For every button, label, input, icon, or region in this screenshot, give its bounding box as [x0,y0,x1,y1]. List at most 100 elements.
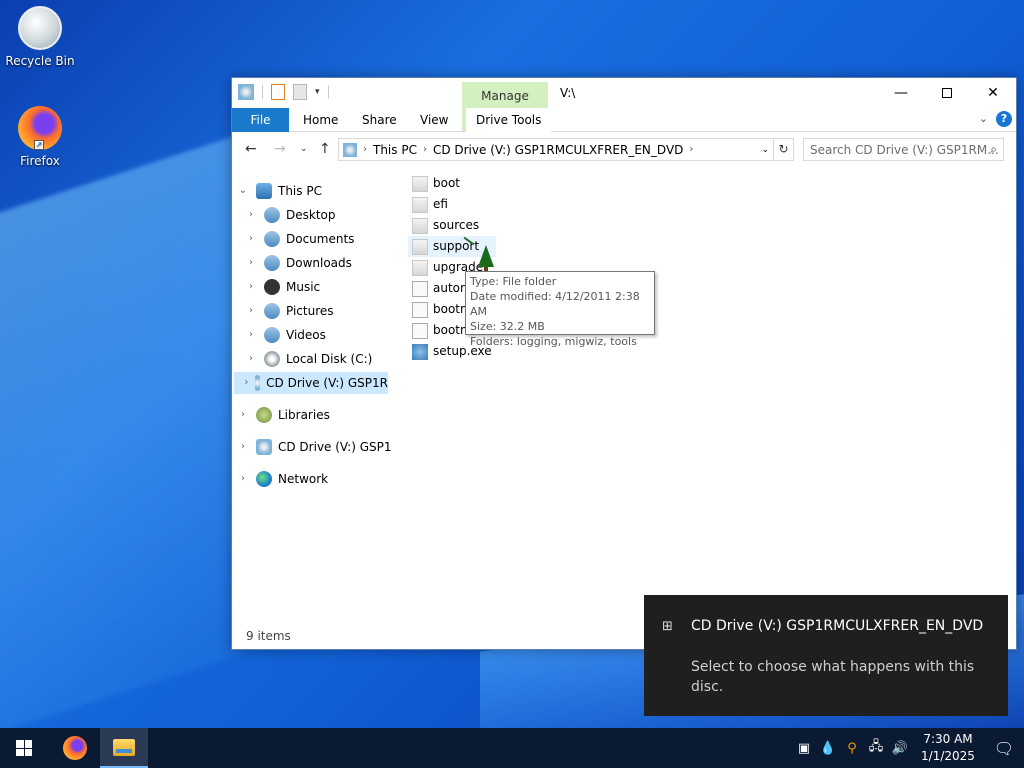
tab-share[interactable]: Share [352,108,407,132]
file-icon [412,322,428,339]
desktop-icon-recycle-bin[interactable]: Recycle Bin [0,6,80,68]
music-icon [264,279,280,295]
nav-item-this-pc[interactable]: ⌄ This PC [236,180,322,202]
chevron-right-icon[interactable]: › [244,204,258,226]
water-drop-icon[interactable]: 💧 [817,741,839,756]
folder-icon [412,175,428,192]
tab-file[interactable]: File [232,108,289,132]
cd-drive-icon [256,439,272,455]
taskbar-firefox[interactable] [51,728,99,768]
nav-item-local-disk[interactable]: › Local Disk (C:) [244,348,372,370]
folder-icon [412,196,428,213]
chevron-right-icon[interactable]: › [236,468,250,490]
start-button[interactable] [0,728,48,768]
nav-item-pictures[interactable]: › Pictures [244,300,334,322]
chevron-right-icon[interactable]: › [244,324,258,346]
chevron-right-icon[interactable]: › [244,228,258,250]
cd-drive-icon [254,375,261,391]
chevron-right-icon[interactable]: › [244,252,258,274]
nav-item-documents[interactable]: › Documents [244,228,354,250]
folder-icon [412,217,428,234]
list-item[interactable]: efi [412,194,448,215]
computer-icon [256,183,272,199]
ribbon-tabs: File Home Share View Drive Tools ⌄ ? [232,108,1016,132]
nav-item-cd-drive[interactable]: › CD Drive (V:) GSP1R [234,372,388,394]
back-button[interactable]: ← [245,141,257,157]
firefox-icon [63,736,87,760]
nav-item-libraries[interactable]: › Libraries [236,404,330,426]
list-item[interactable]: autoru [412,278,473,299]
chevron-down-icon[interactable]: ⌄ [236,180,250,202]
chevron-right-icon[interactable]: › [236,436,250,458]
nav-item-cd-drive-root[interactable]: ›CD Drive (V:) GSP1RM [236,436,392,458]
desktop-icon [264,207,280,223]
notification-title: CD Drive (V:) GSP1RMCULXFRER_EN_DVD [691,618,984,634]
tab-home[interactable]: Home [293,108,348,132]
drive-icon [238,84,254,100]
minimize-button[interactable]: — [878,78,924,108]
list-item[interactable]: bootm [412,299,472,320]
nav-item-music[interactable]: › Music [244,276,320,298]
refresh-button[interactable]: ↻ [774,138,794,161]
autoplay-icon: ⊞ [662,619,673,634]
chevron-right-icon: › [689,144,694,155]
chevron-right-icon: › [363,144,367,155]
nav-item-desktop[interactable]: › Desktop [244,204,336,226]
list-item[interactable]: boot [412,173,460,194]
window-title: V:\ [560,86,576,100]
search-icon: ⌕ [990,142,997,156]
drive-icon [343,142,357,157]
nav-item-downloads[interactable]: › Downloads [244,252,352,274]
nav-item-videos[interactable]: › Videos [244,324,326,346]
help-icon[interactable]: ? [996,111,1012,127]
file-tooltip: Type: File folder Date modified: 4/12/20… [465,271,655,348]
recycle-bin-icon [18,6,62,50]
notification-center-icon[interactable]: 🗨 [984,739,1024,758]
tab-drive-tools[interactable]: Drive Tools [466,108,552,132]
autoplay-notification[interactable]: ⊞ CD Drive (V:) GSP1RMCULXFRER_EN_DVD Se… [644,595,1008,716]
taskbar: ▣ 💧 ⚲ 🖧 🔊 7:30 AM 1/1/2025 🗨 [0,728,1024,768]
notification-body: Select to choose what happens with this … [691,659,975,695]
search-input[interactable]: Search CD Drive (V:) GSP1RM... ⌕ [803,138,1004,161]
volume-icon[interactable]: 🔊 [889,741,911,756]
chevron-right-icon[interactable]: › [244,372,249,394]
title-bar: ▾ Manage V:\ — ✕ [232,78,1016,132]
chevron-right-icon[interactable]: › [244,348,258,370]
firefox-icon: ↗ [18,106,62,150]
desktop-icon-firefox[interactable]: ↗ Firefox [0,106,80,168]
tooltip-line: Size: 32.2 MB [470,320,545,333]
file-explorer-icon [113,738,135,756]
new-folder-icon[interactable] [293,84,307,100]
tray-app-icon[interactable]: ▣ [793,741,815,756]
tab-view[interactable]: View [410,108,458,132]
maximize-button[interactable] [924,78,970,108]
documents-icon [264,231,280,247]
chevron-right-icon[interactable]: › [236,404,250,426]
recent-locations-icon[interactable]: ⌄ [300,144,308,154]
close-button[interactable]: ✕ [970,78,1016,108]
address-bar[interactable]: › This PC › CD Drive (V:) GSP1RMCULXFRER… [338,138,774,161]
chevron-right-icon[interactable]: › [244,276,258,298]
nav-item-network[interactable]: › Network [236,468,328,490]
up-button[interactable]: ↑ [319,141,331,157]
search-tray-icon[interactable]: ⚲ [841,741,863,756]
properties-icon[interactable] [271,84,285,100]
collapse-ribbon-icon[interactable]: ⌄ [979,112,988,125]
quick-access-toolbar: ▾ [238,84,329,100]
breadcrumb-this-pc[interactable]: This PC [373,143,417,157]
breadcrumb-cd-drive[interactable]: CD Drive (V:) GSP1RMCULXFRER_EN_DVD [433,143,683,157]
network-icon[interactable]: 🖧 [865,737,887,759]
chevron-right-icon[interactable]: › [244,300,258,322]
taskbar-file-explorer[interactable] [100,728,148,768]
navigation-pane: ⌄ This PC › Desktop › Documents › Downloads … [232,174,392,630]
libraries-icon [256,407,272,423]
tooltip-line: Date modified: 4/12/2011 2:38 AM [470,290,640,318]
qat-dropdown-icon[interactable]: ▾ [315,87,320,97]
system-tray: ▣ 💧 ⚲ 🖧 🔊 7:30 AM 1/1/2025 🗨 [792,728,1024,768]
list-item[interactable]: bootm [412,320,472,341]
list-item[interactable]: sources [412,215,479,236]
forward-button[interactable]: → [274,141,286,157]
clock[interactable]: 7:30 AM 1/1/2025 [912,731,984,765]
address-dropdown-icon[interactable]: ⌄ [761,145,769,155]
file-icon [412,280,428,297]
